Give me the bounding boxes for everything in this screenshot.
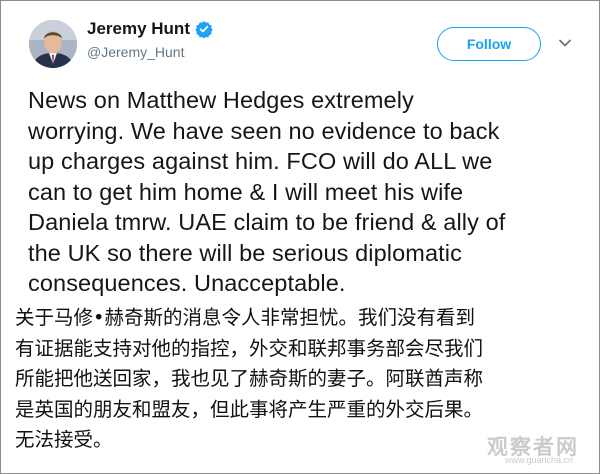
tweet-line: Daniela tmrw. UAE claim to be friend & a… — [28, 209, 506, 235]
tweet-line: up charges against him. FCO will do ALL … — [28, 148, 493, 174]
tweet-text: News on Matthew Hedges extremely worryin… — [28, 85, 583, 299]
translation-line: 有证据能支持对他的指控，外交和联邦事务部会尽我们 — [15, 336, 484, 360]
translation-line: 所能把他送回家，我也见了赫奇斯的妻子。阿联酋声称 — [15, 367, 484, 390]
tweet-line: can to get him home & I will meet his wi… — [28, 178, 464, 205]
avatar[interactable] — [29, 20, 77, 68]
tweet-line: worrying. We have seen no evidence to ba… — [28, 117, 500, 144]
author-name-row: Jeremy Hunt — [87, 19, 213, 39]
tweet-line: consequences. Unacceptable. — [28, 270, 346, 296]
tweet-line: News on Matthew Hedges extremely — [28, 87, 414, 113]
verified-badge-icon — [195, 21, 213, 38]
author-name[interactable]: Jeremy Hunt — [87, 19, 190, 39]
translation-line: 关于马修•赫奇斯的消息令人非常担忧。我们没有看到 — [15, 306, 476, 329]
follow-button[interactable]: Follow — [437, 27, 541, 61]
chevron-down-icon[interactable] — [557, 35, 573, 51]
profile-photo — [29, 20, 77, 68]
translation-line: 是英国的朋友和盟友，但此事将产生严重的外交后果。 — [15, 397, 484, 421]
author-handle[interactable]: @Jeremy_Hunt — [87, 44, 184, 60]
watermark-url: www.guancha.cn — [505, 455, 574, 465]
tweet-card: Jeremy Hunt @Jeremy_Hunt Follow News on … — [0, 0, 600, 474]
tweet-line: the UK so there will be serious diplomat… — [28, 239, 462, 266]
